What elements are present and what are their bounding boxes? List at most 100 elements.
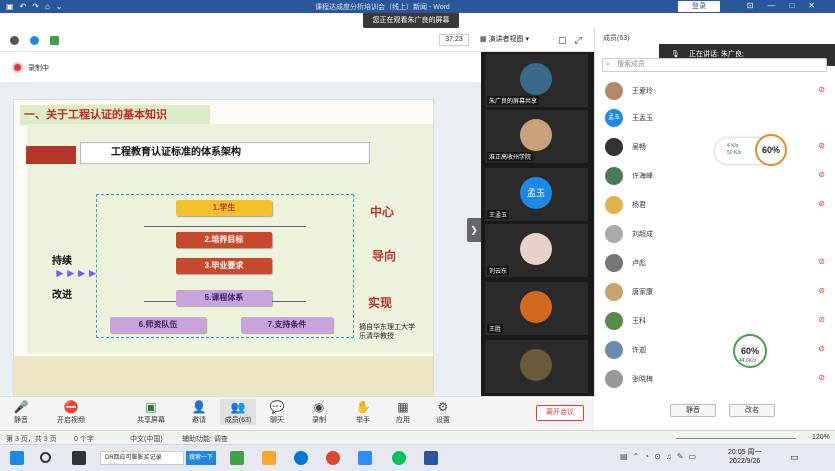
- mic-muted-icon[interactable]: ⊘: [818, 315, 825, 324]
- avatar: [605, 283, 623, 301]
- list-item[interactable]: 许海峰 ⊘: [605, 165, 829, 187]
- mic-icon: 🎤: [13, 400, 29, 414]
- list-item[interactable]: 孟玉 王孟玉: [605, 107, 829, 129]
- raise-hand-button[interactable]: ✋ 举手: [348, 399, 378, 425]
- app-icon[interactable]: [230, 451, 244, 465]
- mic-muted-icon[interactable]: ⊘: [818, 257, 825, 266]
- video-off-icon[interactable]: ⊘: [818, 199, 825, 208]
- view-label: 演讲者视图: [488, 36, 524, 43]
- label-guide: 导向: [372, 249, 397, 263]
- mic-muted-icon[interactable]: ⊘: [818, 85, 825, 94]
- zoom-app-icon[interactable]: [358, 451, 372, 465]
- video-tile[interactable]: 孟玉 王孟玉: [485, 168, 588, 221]
- member-search-input[interactable]: ⌕ 搜索成员: [602, 58, 827, 72]
- window-controls[interactable]: ⊡—□✕: [747, 1, 829, 10]
- list-item[interactable]: 王科 ⊘: [605, 310, 829, 332]
- mic-muted-icon[interactable]: ⊘: [818, 286, 825, 295]
- word-icon[interactable]: [424, 451, 438, 465]
- taskbar-task[interactable]: DR回应可膨胀买记录: [100, 451, 184, 465]
- avatar: 孟玉: [520, 177, 552, 209]
- windows-icon[interactable]: [10, 451, 24, 465]
- list-item[interactable]: 卢彪 ⊘: [605, 252, 829, 274]
- search-icon[interactable]: [40, 452, 51, 463]
- video-strip: 朱广良的屏幕共享 淮正高收州学院 孟玉 王孟玉 刘云东 王胜: [481, 52, 594, 396]
- window-title: 课程达成度分析培训会（线上）新闻 - Word: [315, 4, 450, 11]
- chat-button[interactable]: 💬 聊天: [262, 399, 292, 425]
- mic-muted-icon[interactable]: ⊘: [818, 344, 825, 353]
- quick-access-icons[interactable]: ▣↶↷⌂⌄: [6, 2, 69, 11]
- rename-button[interactable]: 改名: [729, 404, 775, 417]
- mic-muted-icon[interactable]: ⊘: [818, 373, 825, 382]
- language[interactable]: 中文(中国): [130, 434, 163, 444]
- participants-title: 成员(63): [603, 35, 630, 42]
- participant-name: 杨君: [632, 202, 646, 209]
- list-item[interactable]: 唐家康 ⊘: [605, 281, 829, 303]
- mute-button[interactable]: 🎤 静音: [6, 399, 36, 425]
- video-button[interactable]: ⛔ 开启视频: [54, 399, 88, 425]
- tray-icons[interactable]: ▤⌃◔⊙♫✎▭: [620, 452, 701, 461]
- apps-button[interactable]: ▦ 应用: [388, 399, 418, 425]
- video-tile[interactable]: [485, 340, 588, 393]
- leave-meeting-button[interactable]: 离开会议: [536, 405, 584, 421]
- video-tile[interactable]: 刘云东: [485, 224, 588, 277]
- list-item[interactable]: 王爱玲 ⊘: [605, 80, 829, 102]
- improve-label: 改进: [52, 290, 72, 301]
- mic-muted-icon[interactable]: ⊘: [818, 170, 825, 179]
- notification-icon[interactable]: ▭: [790, 452, 799, 463]
- arrows-icon: ►►►►: [54, 266, 99, 280]
- video-tile[interactable]: 淮正高收州学院: [485, 110, 588, 163]
- meeting-timer: 37:23: [439, 34, 469, 46]
- word-count: 0 个字: [74, 436, 94, 443]
- list-item[interactable]: 张晓梅 ⊘: [605, 368, 829, 390]
- clock[interactable]: 20:05 周一 2022/9/26: [728, 448, 761, 466]
- participant-name: 许海峰: [632, 173, 653, 180]
- settings-button[interactable]: ⚙ 设置: [428, 399, 458, 425]
- meeting-toolbar: 🎤 静音 ⛔ 开启视频 ▣ 共享屏幕 👤 邀请 👥 成员(63) 💬 聊天 ◉ 录制 ✋ 举手 …: [0, 396, 594, 430]
- avatar: [520, 233, 552, 265]
- list-item[interactable]: 许迦 ⊘: [605, 339, 829, 361]
- participants-panel: 成员(63) 🎙 正在讲话: 朱广良; ⌕ 搜索成员 王爱玲 ⊘ 孟玉 王孟玉 …: [594, 28, 835, 417]
- slide: 一、关于工程认证的基本知识 工程教育认证标准的体系架构 1.学生 2.培养目标 …: [13, 99, 434, 405]
- continuous-label: 持续: [52, 256, 72, 267]
- speaking-text: 正在讲话: 朱广良;: [689, 51, 744, 58]
- participant-name: 张晓梅: [632, 376, 653, 383]
- zoom-slider[interactable]: [676, 438, 796, 439]
- avatar: [520, 63, 552, 95]
- invite-button[interactable]: 👤 邀请: [184, 399, 214, 425]
- taskbar: DR回应可膨胀买记录 搜索一下 ▤⌃◔⊙♫✎▭ 20:05 周一 2022/9/…: [0, 444, 835, 471]
- screen-share-area: 录制中 一、关于工程认证的基本知识 工程教育认证标准的体系架构 1.学生 2.培…: [0, 52, 481, 406]
- share-screen-button[interactable]: ▣ 共享屏幕: [134, 399, 168, 425]
- search-button[interactable]: 搜索一下: [186, 451, 216, 465]
- mic-muted-icon[interactable]: ⊘: [818, 141, 825, 150]
- recording-label: 录制中: [28, 65, 49, 72]
- list-item[interactable]: 杨君 ⊘: [605, 194, 829, 216]
- net-speed-text: 44.6K/s: [739, 358, 756, 364]
- view-controls-icons[interactable]: ▢⤢: [558, 35, 590, 46]
- avatar: [520, 119, 552, 151]
- tile-name: 王胜: [487, 324, 504, 333]
- participant-name: 王科: [632, 318, 646, 325]
- wechat-icon[interactable]: [392, 451, 406, 465]
- view-button[interactable]: ▦ 演讲者视图 ▾: [480, 34, 529, 46]
- list-item[interactable]: 刘超成: [605, 223, 829, 245]
- collapse-panel-button[interactable]: ❯: [467, 218, 481, 242]
- accessibility[interactable]: 辅助功能: 调查: [182, 434, 228, 444]
- edge-icon[interactable]: [294, 451, 308, 465]
- avatar: [605, 167, 623, 185]
- video-tile[interactable]: 王胜: [485, 282, 588, 335]
- record-button[interactable]: ◉ 录制: [304, 399, 334, 425]
- mute-all-button[interactable]: 静音: [670, 404, 716, 417]
- participant-name: 王孟玉: [632, 115, 653, 122]
- block-support: 7.支持条件: [241, 317, 333, 333]
- chrome-icon[interactable]: [326, 451, 340, 465]
- app-icon[interactable]: [72, 451, 86, 465]
- video-tile[interactable]: 朱广良的屏幕共享: [485, 54, 588, 107]
- folder-icon[interactable]: [262, 451, 276, 465]
- participants-button[interactable]: 👥 成员(63): [220, 399, 256, 425]
- avatar: [605, 254, 623, 272]
- shield-icon[interactable]: [30, 36, 39, 45]
- add-user-icon: 👤: [191, 400, 207, 414]
- signal-icon[interactable]: [50, 36, 59, 45]
- login-button[interactable]: 登录: [678, 1, 720, 12]
- info-icon[interactable]: [10, 36, 19, 45]
